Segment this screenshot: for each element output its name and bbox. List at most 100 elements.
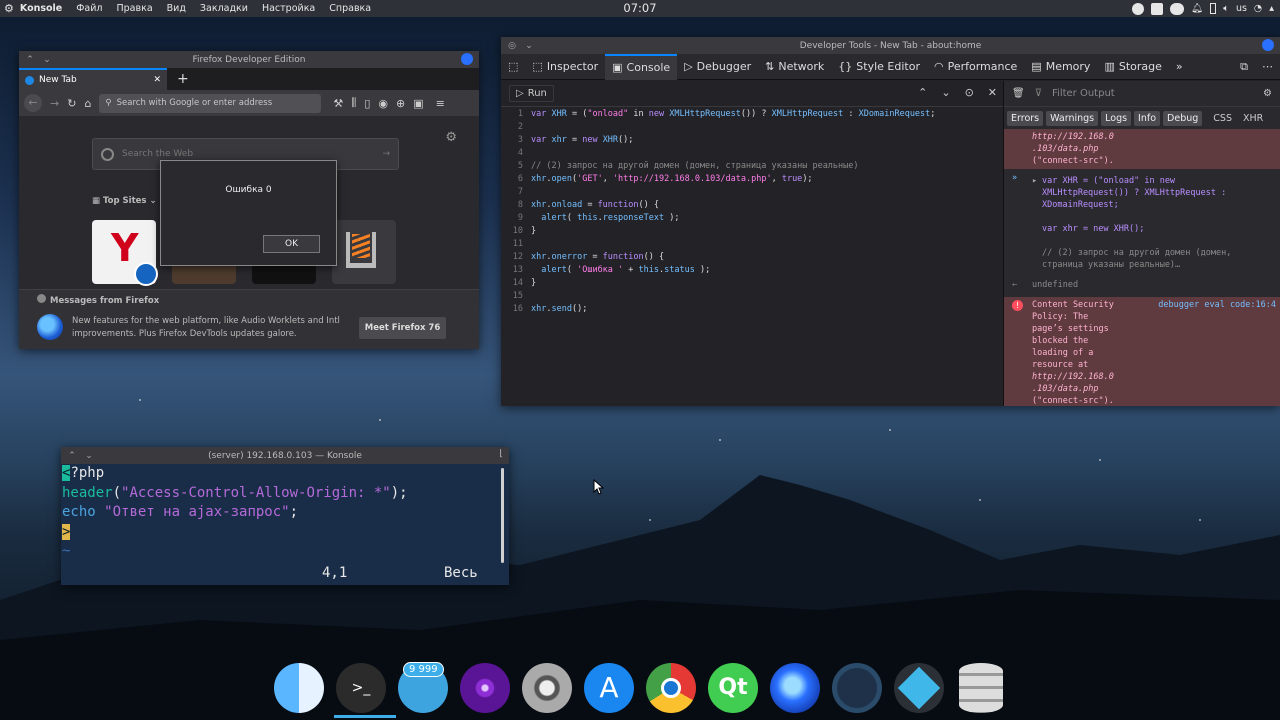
- tab-storage[interactable]: ▥ Storage: [1097, 54, 1168, 80]
- settings-icon[interactable]: [519, 660, 575, 716]
- wrench-icon[interactable]: ⚒: [333, 97, 343, 110]
- menu-edit[interactable]: Правка: [117, 3, 153, 14]
- volume-icon[interactable]: 🔈︎: [1223, 3, 1229, 14]
- menu-settings[interactable]: Настройка: [262, 3, 315, 14]
- tab-network[interactable]: ⇅ Network: [758, 54, 831, 80]
- tab-console[interactable]: ▣ Console: [605, 53, 678, 80]
- finder-icon[interactable]: [271, 660, 327, 716]
- database-icon[interactable]: [953, 660, 1009, 716]
- line-number: 13: [512, 265, 523, 275]
- trash-icon[interactable]: 🗑︎: [1012, 88, 1025, 99]
- chevron-down-icon: ⌄: [146, 196, 157, 206]
- window-menu-icon[interactable]: ◎: [506, 40, 518, 52]
- sidebar-icon[interactable]: ▯: [364, 97, 370, 110]
- menu-help[interactable]: Справка: [329, 3, 371, 14]
- app-store-icon[interactable]: A: [581, 660, 637, 716]
- meet-firefox-button[interactable]: Meet Firefox 76: [359, 317, 446, 339]
- minimize-icon[interactable]: ⌄: [41, 54, 53, 66]
- vim-line-2: header("Access-Control-Allow-Origin: *")…: [62, 484, 509, 504]
- firefox-titlebar[interactable]: ⌃ ⌄ Firefox Developer Edition: [19, 51, 479, 68]
- filter-css[interactable]: CSS: [1209, 111, 1236, 126]
- back-icon[interactable]: ←: [24, 94, 42, 112]
- reverse-search-icon[interactable]: ⊙: [965, 86, 974, 99]
- tab-performance[interactable]: ◠ Performance: [927, 54, 1024, 80]
- expand-tray-icon[interactable]: ▴: [1269, 3, 1274, 14]
- console-settings-icon[interactable]: ⚙: [1263, 88, 1272, 99]
- chrome-icon[interactable]: [643, 660, 699, 716]
- keyboard-layout[interactable]: us: [1236, 3, 1247, 14]
- multiline-editor[interactable]: ▷ Run ⌃ ⌄ ⊙ ✕ 1 var XHR = ("onload" in new…: [501, 81, 1003, 406]
- kde-logo-icon[interactable]: ⚙: [4, 2, 14, 15]
- wifi-icon[interactable]: ◔: [1254, 3, 1262, 14]
- expand-icon[interactable]: ▸: [1032, 175, 1037, 187]
- url-bar[interactable]: ⚲ Search with Google or enter address: [99, 93, 322, 113]
- notes-icon[interactable]: [1151, 2, 1164, 15]
- close-tab-icon[interactable]: ✕: [153, 75, 161, 85]
- devtools-titlebar[interactable]: ◎ ⌄ Developer Tools - New Tab - about:ho…: [501, 37, 1280, 54]
- info-icon[interactable]: [1132, 2, 1145, 15]
- bell-icon[interactable]: 🔔︎: [1191, 3, 1203, 14]
- tab-new-tab[interactable]: New Tab ✕: [19, 68, 167, 90]
- firefox-icon[interactable]: [767, 660, 823, 716]
- menu-bookmarks[interactable]: Закладки: [200, 3, 248, 14]
- forward-icon[interactable]: →: [50, 97, 59, 110]
- filter-warnings[interactable]: Warnings: [1046, 110, 1099, 126]
- keep-above-icon[interactable]: ⌃: [66, 450, 78, 462]
- filter-info[interactable]: Info: [1134, 110, 1161, 126]
- more-tools-icon[interactable]: »: [1169, 54, 1190, 80]
- toggle-icon[interactable]: [1170, 2, 1185, 15]
- menu-view[interactable]: Вид: [167, 3, 186, 14]
- clock[interactable]: 07:07: [0, 1, 1280, 15]
- podcast-icon[interactable]: [457, 660, 513, 716]
- reload-icon[interactable]: ↻: [67, 97, 76, 110]
- account-icon[interactable]: ◉: [378, 97, 388, 110]
- close-editor-icon[interactable]: ✕: [988, 86, 997, 99]
- top-site-yandex[interactable]: Y: [92, 220, 158, 286]
- search-go-icon[interactable]: →: [382, 149, 390, 159]
- top-sites-heading[interactable]: ▦ Top Sites ⌄: [92, 196, 157, 206]
- dialog-ok-button[interactable]: OK: [263, 235, 320, 253]
- home-icon[interactable]: ⌂: [84, 97, 91, 110]
- battery-icon[interactable]: [1210, 3, 1217, 14]
- new-tab-icon[interactable]: +: [177, 71, 189, 87]
- overflow-menu-icon[interactable]: ⋯: [1255, 54, 1280, 80]
- minimize-icon[interactable]: ⌄: [83, 450, 95, 462]
- konsole-titlebar[interactable]: ⌃ ⌄ (server) 192.168.0.103 — Konsole ⌊: [61, 447, 509, 464]
- run-button[interactable]: ▷ Run: [509, 85, 554, 102]
- devtools-tabs: ⬚ ⬚ Inspector ▣ Console ▷ Debugger ⇅ Network…: [501, 53, 1280, 80]
- tab-memory[interactable]: ▤ Memory: [1024, 54, 1097, 80]
- code-line: 12 xhr.onerror = function() {: [501, 251, 1003, 264]
- filter-xhr[interactable]: XHR: [1239, 111, 1267, 126]
- dock-mode-icon[interactable]: ⧉: [1233, 54, 1255, 80]
- terminal-area[interactable]: <?php header("Access-Control-Allow-Origi…: [61, 464, 509, 585]
- error-source-link[interactable]: debugger eval code:16:4: [1158, 299, 1276, 311]
- tab-inspector[interactable]: ⬚ Inspector: [525, 54, 605, 80]
- screenshot-icon[interactable]: ⊕: [396, 97, 405, 110]
- library-icon[interactable]: ⫼: [351, 96, 356, 110]
- filter-logs[interactable]: Logs: [1101, 110, 1132, 126]
- filter-errors[interactable]: Errors: [1007, 110, 1044, 126]
- extension-icon[interactable]: ▣: [413, 97, 423, 110]
- history-up-icon[interactable]: ⌃: [918, 86, 927, 99]
- toolbox-icon[interactable]: [891, 660, 947, 716]
- network-icon: ⇅: [765, 60, 775, 73]
- line-number: 2: [517, 122, 523, 132]
- menu-icon[interactable]: ≡: [436, 97, 445, 110]
- pick-element-icon[interactable]: ⬚: [501, 54, 525, 80]
- tab-style-editor[interactable]: {} Style Editor: [831, 54, 927, 80]
- scrollbar[interactable]: [501, 468, 504, 563]
- terminal-icon[interactable]: >_: [333, 660, 389, 716]
- gear-icon[interactable]: ⚙: [445, 130, 457, 145]
- menu-file[interactable]: Файл: [76, 3, 102, 14]
- qt-icon[interactable]: Qt: [705, 660, 761, 716]
- history-down-icon[interactable]: ⌄: [941, 86, 950, 99]
- filter-debug[interactable]: Debug: [1163, 110, 1203, 126]
- top-site-stackoverflow[interactable]: [332, 220, 396, 284]
- minimize-icon[interactable]: ⌄: [523, 40, 535, 52]
- filter-input[interactable]: Filter Output: [1052, 88, 1253, 99]
- telegram-icon[interactable]: 9 999: [395, 660, 451, 716]
- keep-above-icon[interactable]: ⌃: [24, 54, 36, 66]
- tab-debugger[interactable]: ▷ Debugger: [677, 54, 758, 80]
- monitor-icon[interactable]: [829, 660, 885, 716]
